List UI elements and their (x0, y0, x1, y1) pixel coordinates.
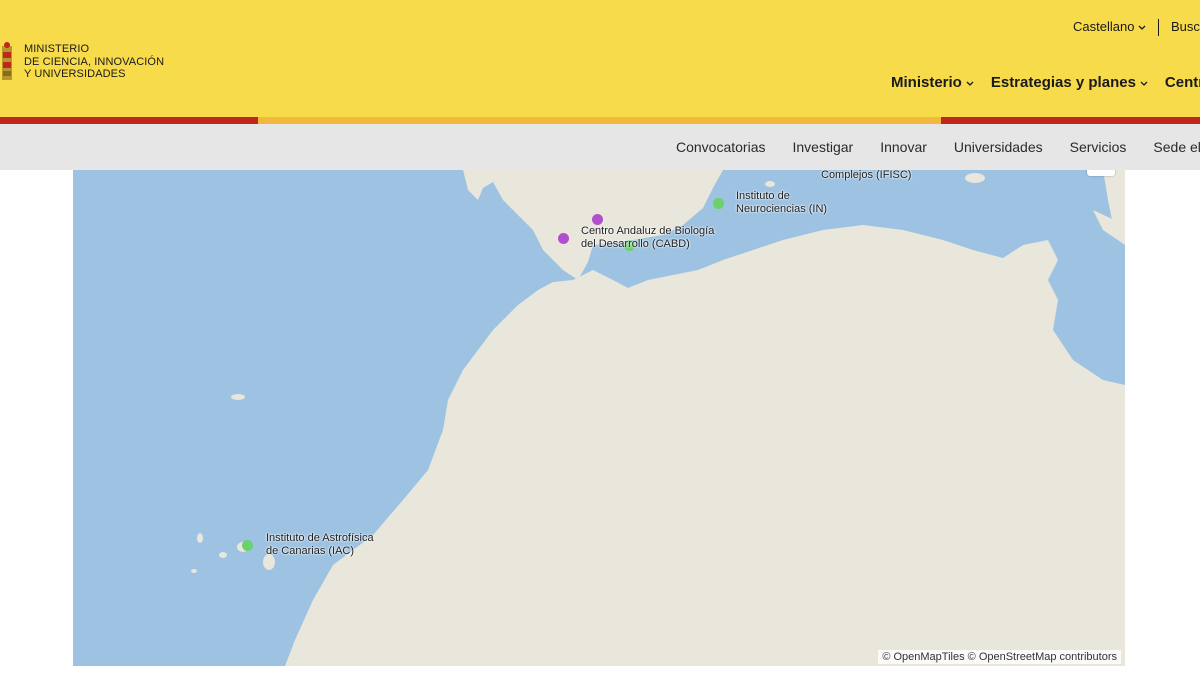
nav-label: Centr (1164, 74, 1200, 91)
label-line: Neurociencias (IN) (736, 203, 828, 215)
label-cabd: Centro Andaluz de Biología del Desarroll… (581, 225, 714, 251)
logo-line-1: MINISTERIO (24, 43, 90, 55)
map-attribution[interactable]: © OpenMapTiles © OpenStreetMap contribut… (878, 650, 1121, 664)
label-line: Instituto de (736, 190, 790, 202)
chevron-down-icon (966, 81, 974, 86)
label-line: de Canarias (IAC) (266, 545, 355, 557)
marker-purple-1[interactable] (592, 214, 603, 225)
nav-centros[interactable]: Centr (1165, 74, 1200, 91)
research-centers-map[interactable]: Complejos (IFISC) Instituto de Neurocien… (73, 170, 1125, 666)
header-divider (1158, 19, 1159, 36)
language-selector[interactable]: Castellano (1073, 19, 1147, 34)
label-line: Centro Andaluz de Biología (581, 225, 715, 237)
marker-iac[interactable] (242, 540, 253, 551)
marker-instituto-neurociencias[interactable] (713, 198, 724, 209)
label-iac: Instituto de Astrofísica de Canarias (IA… (266, 532, 374, 558)
label-instituto-neurociencias: Instituto de Neurociencias (IN) (736, 190, 827, 216)
site-header: MINISTERIO DE CIENCIA, INNOVACIÓN Y UNIV… (0, 0, 1200, 117)
ministry-logo[interactable]: MINISTERIO DE CIENCIA, INNOVACIÓN Y UNIV… (0, 40, 164, 86)
subnav-convocatorias[interactable]: Convocatorias (676, 139, 766, 155)
subnav-servicios[interactable]: Servicios (1070, 139, 1127, 155)
label-line: del Desarrollo (CABD) (581, 238, 690, 250)
language-label: Castellano (1073, 19, 1135, 34)
subnav-innovar[interactable]: Innovar (880, 139, 927, 155)
zoom-control[interactable] (1087, 170, 1115, 176)
nav-ministerio[interactable]: Ministerio (891, 74, 975, 91)
secondary-nav: Convocatorias Investigar Innovar Univers… (0, 124, 1200, 170)
ministry-name: MINISTERIO DE CIENCIA, INNOVACIÓN Y UNIV… (24, 43, 164, 81)
search-link[interactable]: Busc (1171, 19, 1200, 34)
nav-label: Estrategias y planes (990, 74, 1136, 91)
logo-line-3: Y UNIVERSIDADES (24, 68, 126, 80)
main-nav: Ministerio Estrategias y planes Centr (891, 74, 1200, 91)
chevron-down-icon (1138, 25, 1146, 30)
coat-of-arms-icon (2, 42, 12, 80)
chevron-down-icon (1140, 81, 1148, 86)
nav-estrategias[interactable]: Estrategias y planes (991, 74, 1149, 91)
marker-purple-2[interactable] (558, 233, 569, 244)
logo-line-2: DE CIENCIA, INNOVACIÓN (24, 55, 165, 68)
subnav-universidades[interactable]: Universidades (954, 139, 1043, 155)
label-line: Complejos (IFISC) (821, 170, 912, 181)
label-ifisc: Complejos (IFISC) (821, 170, 911, 182)
flag-stripe (0, 117, 1200, 124)
subnav-investigar[interactable]: Investigar (793, 139, 854, 155)
label-line: Instituto de Astrofísica (266, 532, 374, 544)
subnav-sede-electronica[interactable]: Sede elec (1153, 139, 1200, 155)
nav-label: Ministerio (891, 74, 962, 91)
